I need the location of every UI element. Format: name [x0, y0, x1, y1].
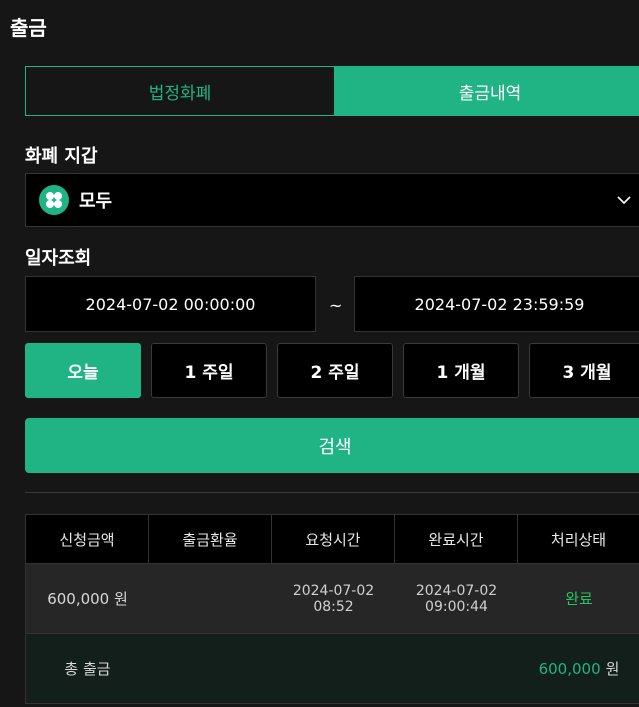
header-exchange-rate: 출금환율: [149, 515, 272, 564]
request-time: 08:52: [313, 598, 354, 615]
period-today-button[interactable]: 오늘: [25, 343, 141, 398]
withdrawal-history-table: 신청금액 출금환율 요청시간 완료시간 처리상태 600,000 원 2024-…: [25, 514, 639, 704]
cell-complete-time: 2024-07-02 09:00:44: [395, 564, 518, 634]
end-date-input[interactable]: 2024-07-02 23:59:59: [354, 276, 639, 332]
tab-bar: 법정화폐 출금내역: [25, 66, 639, 116]
table-header-row: 신청금액 출금환율 요청시간 완료시간 처리상태: [26, 515, 639, 564]
complete-time: 09:00:44: [425, 598, 488, 615]
header-complete-time: 완료시간: [395, 515, 518, 564]
total-label: 총 출금: [26, 634, 149, 704]
period-2-weeks-button[interactable]: 2 주일: [277, 343, 393, 398]
page-title: 출금: [10, 16, 47, 40]
section-divider: [25, 492, 639, 493]
start-date-input[interactable]: 2024-07-02 00:00:00: [25, 276, 316, 332]
all-currencies-icon: [39, 185, 69, 215]
date-query-label: 일자조회: [25, 248, 92, 269]
header-requested-amount: 신청금액: [26, 515, 149, 564]
date-separator: ~: [329, 296, 343, 315]
total-unit: 원: [605, 660, 620, 678]
period-1-month-button[interactable]: 1 개월: [403, 343, 519, 398]
period-1-week-button[interactable]: 1 주일: [151, 343, 267, 398]
table-total-row: 총 출금 600,000 원: [26, 634, 639, 704]
cell-request-time: 2024-07-02 08:52: [272, 564, 395, 634]
header-status: 처리상태: [518, 515, 639, 564]
period-3-months-button[interactable]: 3 개월: [529, 343, 639, 398]
currency-wallet-select[interactable]: 모두: [25, 173, 639, 227]
request-date: 2024-07-02: [292, 582, 375, 599]
cell-amount: 600,000 원: [26, 564, 149, 634]
tab-withdrawal-history[interactable]: 출금내역: [335, 66, 639, 116]
header-request-time: 요청시간: [272, 515, 395, 564]
total-amount-cell: 600,000 원: [518, 634, 639, 704]
status-badge: 완료: [518, 564, 639, 634]
withdrawal-page: 출금 법정화폐 출금내역 화폐 지갑 모두 일자조회 2024-07-02 00…: [0, 0, 639, 707]
chevron-down-icon: [617, 196, 631, 205]
total-amount: 600,000: [538, 659, 601, 678]
cell-rate: [149, 564, 272, 634]
search-button[interactable]: 검색: [25, 418, 639, 473]
table-row: 600,000 원 2024-07-02 08:52 2024-07-02 09…: [26, 564, 639, 634]
currency-wallet-value: 모두: [79, 191, 113, 212]
currency-wallet-label: 화폐 지갑: [25, 146, 98, 167]
complete-date: 2024-07-02: [415, 582, 498, 599]
tab-fiat[interactable]: 법정화폐: [25, 66, 335, 116]
